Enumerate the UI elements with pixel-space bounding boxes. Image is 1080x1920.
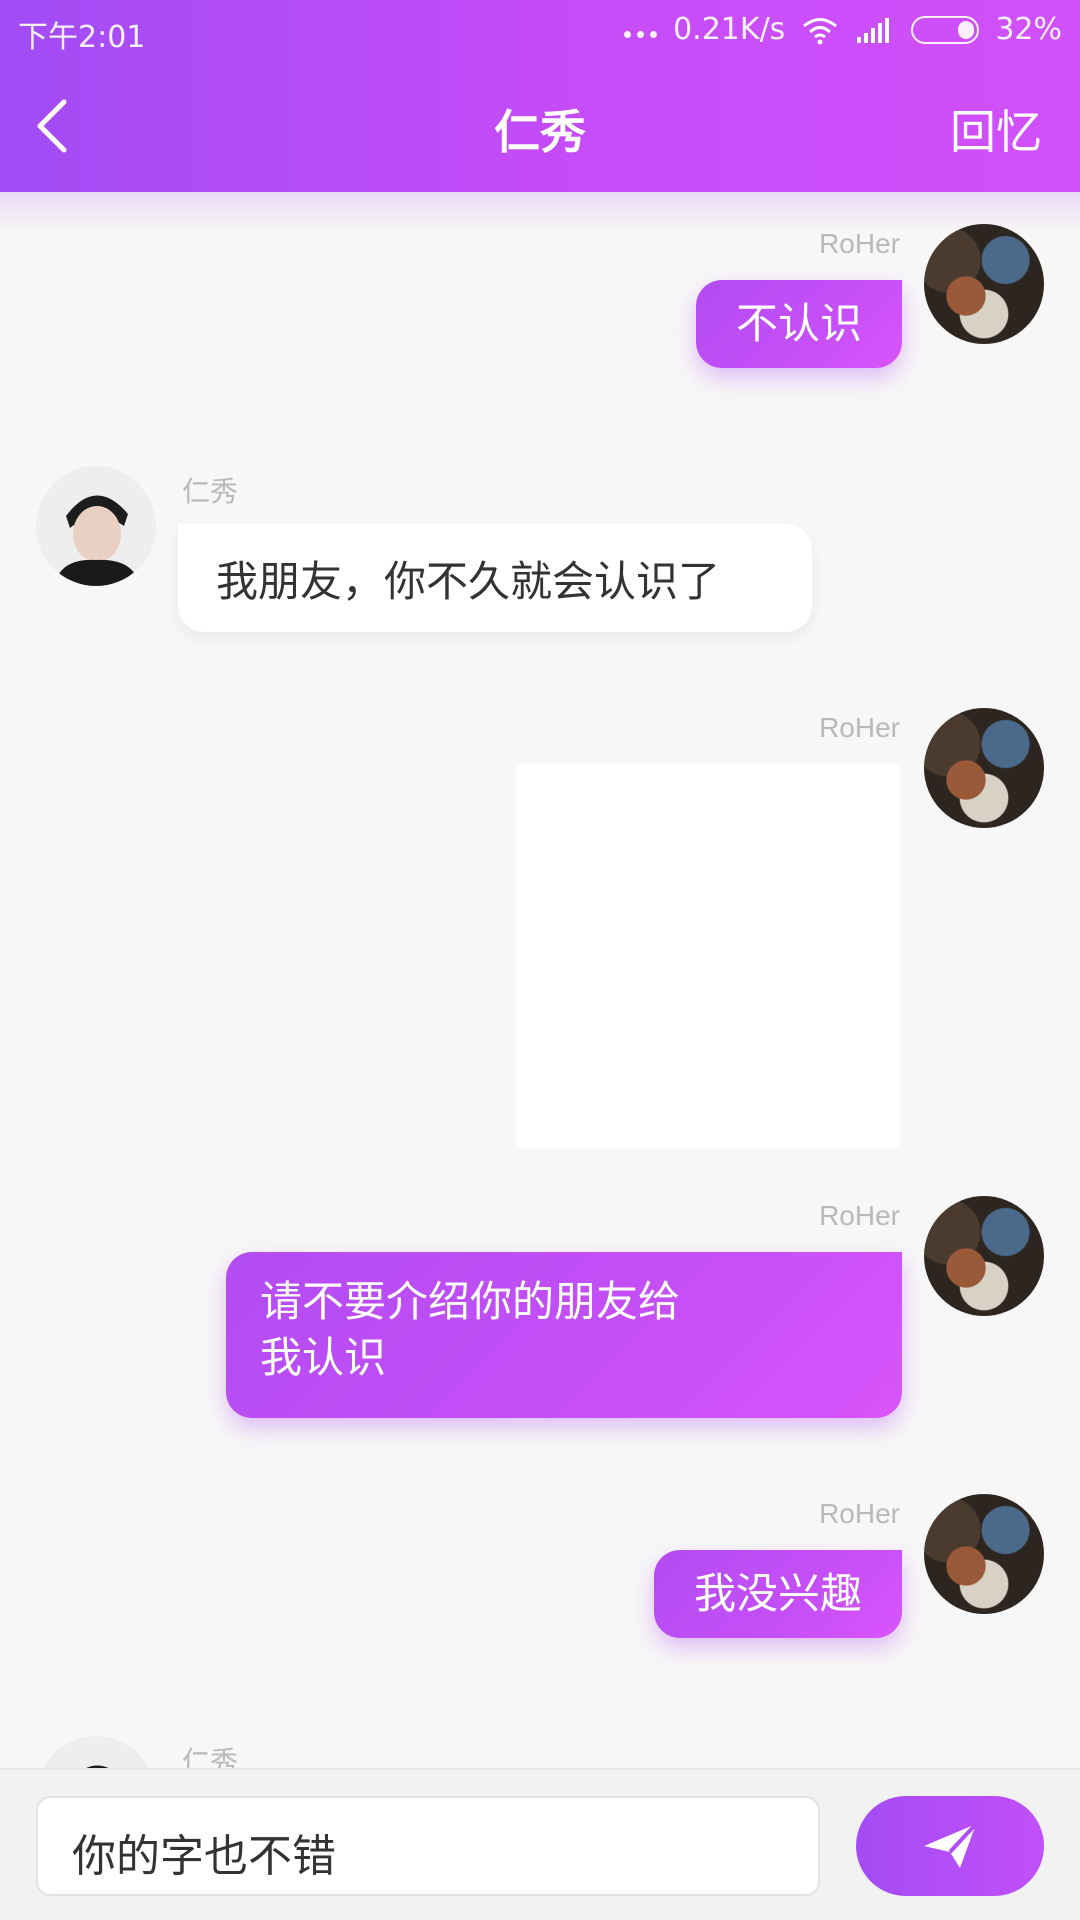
page-title: 仁秀 xyxy=(494,105,586,159)
message-text: 不认识 xyxy=(735,299,862,348)
battery-icon xyxy=(911,15,980,44)
message-bubble[interactable]: 我朋友，你不久就会认识了 xyxy=(178,524,812,632)
input-bar: 你的字也不错 xyxy=(0,1768,1080,1920)
message-text-line: 请不要介绍你的朋友给 xyxy=(260,1277,681,1326)
status-time: 下午2:01 xyxy=(18,20,146,55)
sender-name: 仁秀 xyxy=(182,476,239,507)
wifi-icon xyxy=(803,17,838,44)
chat-list[interactable]: RoHer 不认识 仁秀 我朋友，你不久就会认识了 RoHer RoHer 请不… xyxy=(0,192,1080,1768)
battery-percent: 32% xyxy=(995,12,1062,47)
message-text-line: 我认识 xyxy=(260,1333,387,1382)
avatar[interactable] xyxy=(924,708,1044,828)
sender-name: RoHer xyxy=(819,712,900,743)
avatar[interactable] xyxy=(924,1494,1044,1614)
message-input[interactable]: 你的字也不错 xyxy=(36,1796,820,1896)
avatar[interactable] xyxy=(924,224,1044,344)
sender-name: 仁秀 xyxy=(182,1746,239,1768)
app-header: 下午2:01 0.21K/s 32% 仁秀 回忆 xyxy=(0,0,1080,192)
signal-icon xyxy=(857,17,890,43)
message-bubble[interactable]: 不认识 xyxy=(695,280,902,368)
avatar[interactable] xyxy=(36,1736,156,1768)
message-bubble[interactable]: 请不要介绍你的朋友给 我认识 xyxy=(226,1252,902,1418)
network-speed: 0.21K/s xyxy=(673,12,786,47)
send-button[interactable] xyxy=(856,1796,1044,1896)
more-dots-icon xyxy=(624,31,658,38)
memories-button[interactable]: 回忆 xyxy=(950,96,1042,162)
status-bar: 下午2:01 0.21K/s 32% xyxy=(0,0,1080,60)
send-icon xyxy=(924,1822,978,1868)
sender-name: RoHer xyxy=(819,228,900,259)
sender-name: RoHer xyxy=(819,1498,900,1529)
status-indicators: 0.21K/s 32% xyxy=(624,12,1062,47)
avatar[interactable] xyxy=(36,466,156,586)
image-message[interactable] xyxy=(516,764,900,1148)
message-text: 我没兴趣 xyxy=(693,1569,862,1618)
message-text: 我朋友，你不久就会认识了 xyxy=(216,557,721,606)
sender-name: RoHer xyxy=(819,1200,900,1231)
avatar[interactable] xyxy=(924,1196,1044,1316)
message-bubble[interactable]: 我没兴趣 xyxy=(653,1550,902,1638)
